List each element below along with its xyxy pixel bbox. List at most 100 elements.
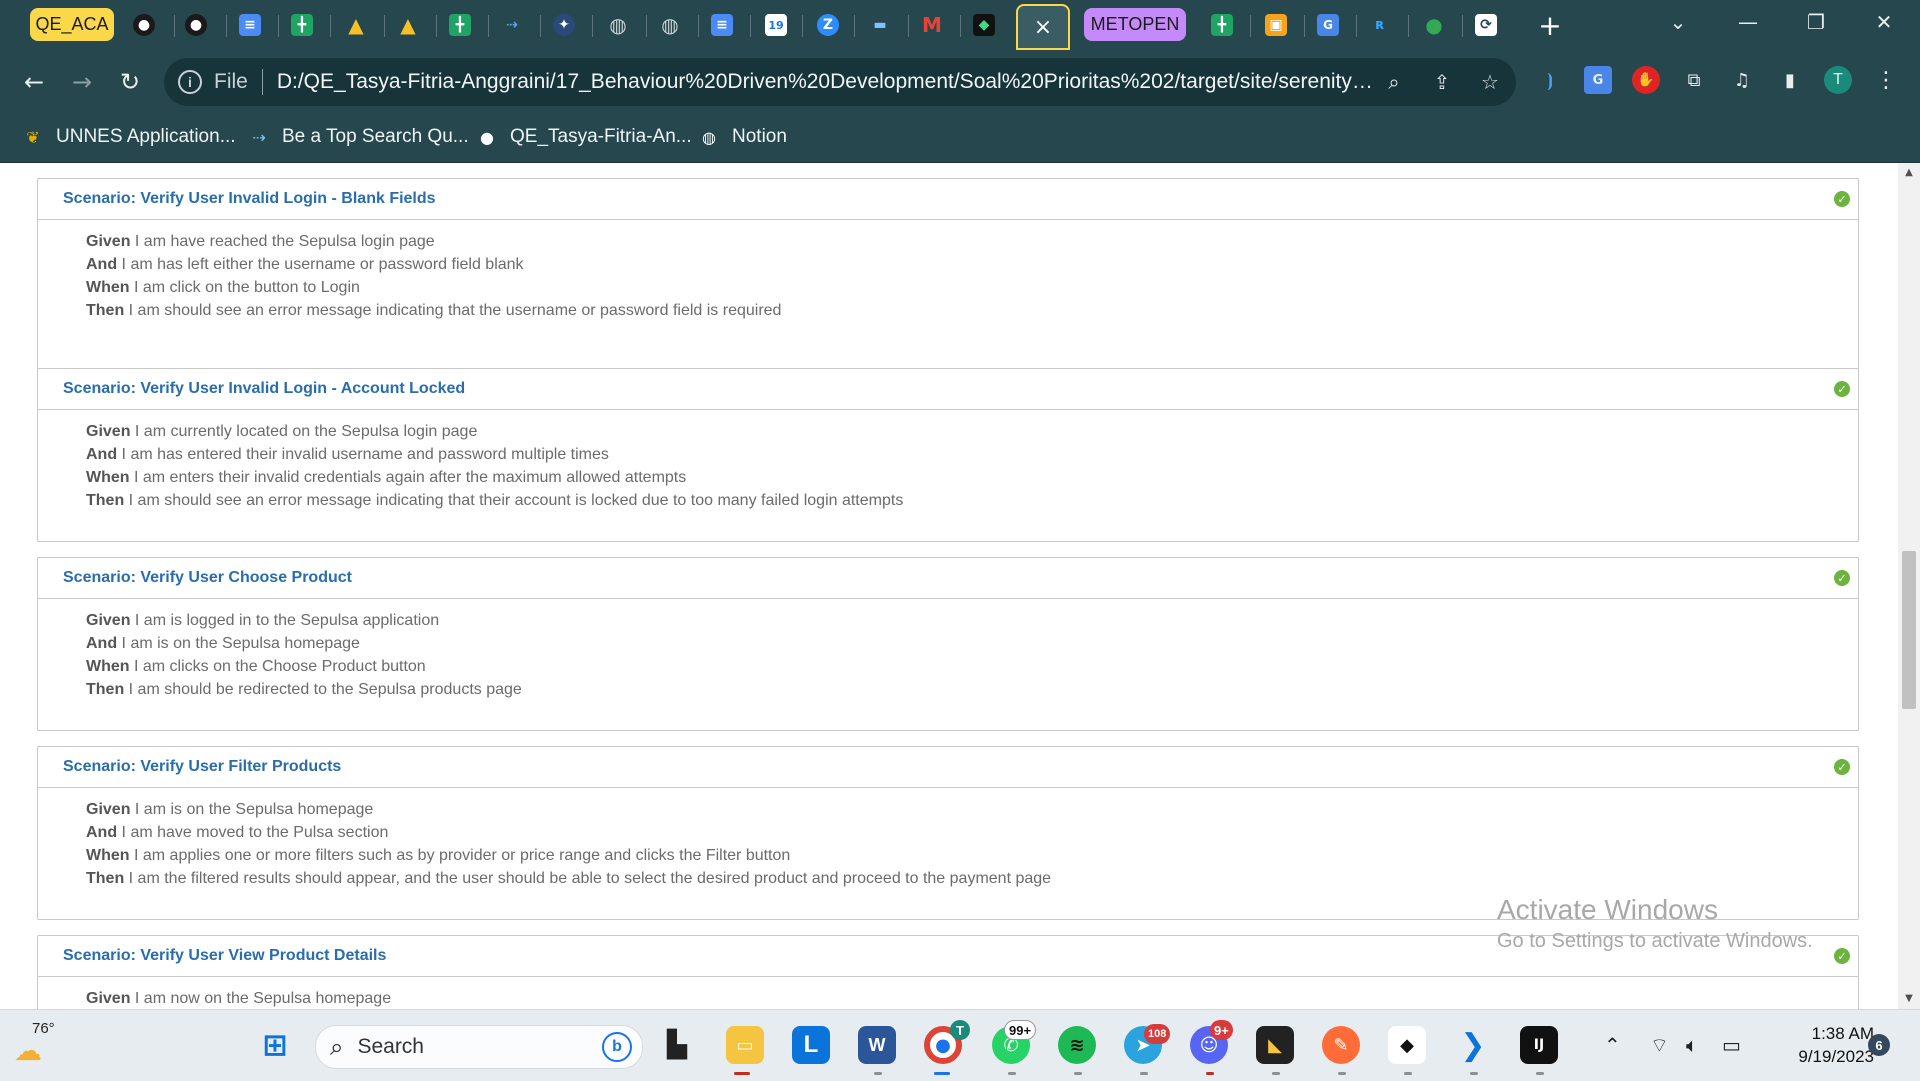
tab-zoom[interactable]: Z: [812, 6, 844, 44]
step-row: When I am clicks on the Choose Product b…: [86, 655, 1858, 678]
system-clock[interactable]: 1:38 AM 9/19/2023: [1770, 1022, 1874, 1068]
close-window-button[interactable]: ✕: [1856, 0, 1912, 44]
tab-google-docs[interactable]: ≡: [234, 6, 266, 44]
tab-google-translate[interactable]: G: [1312, 6, 1344, 44]
tab-app-1[interactable]: ⇢: [496, 6, 528, 44]
bookmark-notion[interactable]: ◍ Notion: [698, 124, 787, 150]
address-bar[interactable]: i File D:/QE_Tasya-Fitria-Anggraini/17_B…: [164, 58, 1516, 106]
tab-google-calendar[interactable]: 19: [760, 6, 792, 44]
sticky-notes-icon[interactable]: ◣: [1256, 1026, 1294, 1064]
step-keyword: Given: [86, 233, 131, 250]
tab-google-sheets-3[interactable]: ╋: [1206, 6, 1238, 44]
bookmark-label: QE_Tasya-Fitria-An...: [510, 126, 692, 147]
tab-app-3[interactable]: ◆: [968, 6, 1000, 44]
forward-button[interactable]: →: [62, 62, 102, 102]
info-icon[interactable]: i: [178, 70, 202, 94]
side-panel-icon[interactable]: ▮: [1776, 66, 1804, 94]
adblock-extension-icon[interactable]: ✋: [1632, 66, 1660, 94]
google-slides-icon: ▣: [1265, 14, 1287, 36]
back-button[interactable]: ←: [14, 62, 54, 102]
spotify-icon[interactable]: ≋: [1058, 1026, 1096, 1064]
scenario-title[interactable]: Scenario: Verify User Filter Products: [63, 758, 341, 776]
scroll-up-arrow-icon[interactable]: ▲: [1903, 167, 1915, 179]
app-icon: ▬: [873, 17, 887, 33]
app-l-icon[interactable]: L: [792, 1026, 830, 1064]
wifi-icon[interactable]: ⌔: [1650, 1033, 1669, 1058]
tab-university[interactable]: ✦: [548, 6, 580, 44]
tab-google-sheets-1[interactable]: ╋: [286, 6, 318, 44]
scenario-card: Scenario: Verify User Invalid Login - Bl…: [37, 178, 1859, 375]
scrollbar-thumb[interactable]: [1902, 551, 1916, 709]
tab-google-drive-2[interactable]: ▲: [392, 6, 424, 44]
tab-app-5[interactable]: ⟳: [1470, 6, 1502, 44]
tab-google-maps[interactable]: ●: [1418, 6, 1450, 44]
postman-icon[interactable]: ✎: [1322, 1026, 1360, 1064]
google-translate-extension-icon[interactable]: G: [1584, 66, 1612, 94]
google-drive-icon: ▲: [348, 13, 364, 37]
tab-google-drive-1[interactable]: ▲: [340, 6, 372, 44]
tab-app-4[interactable]: ʀ: [1364, 6, 1396, 44]
restore-button[interactable]: ❐: [1788, 0, 1844, 44]
notification-count-badge[interactable]: 6: [1868, 1034, 1890, 1056]
extension-reader-icon[interactable]: ⦘: [1536, 66, 1564, 94]
step-row: Then I am should see an error message in…: [86, 299, 1858, 322]
tab-web-1[interactable]: ◍: [602, 6, 634, 44]
extensions-puzzle-icon[interactable]: ⧉: [1680, 66, 1708, 94]
tab-app-2[interactable]: ▬: [864, 6, 896, 44]
scenario-header[interactable]: Scenario: Verify User Filter Products ✓: [38, 747, 1858, 788]
menu-kebab-icon[interactable]: ⋮: [1872, 66, 1900, 94]
bookmark-github-repo[interactable]: ● QE_Tasya-Fitria-An...: [476, 124, 692, 150]
scenario-header[interactable]: Scenario: Verify User Invalid Login - Bl…: [38, 179, 1858, 220]
scenario-card: Scenario: Verify User Choose Product ✓ G…: [37, 557, 1859, 731]
task-view-icon[interactable]: ▙: [658, 1026, 696, 1064]
battery-icon[interactable]: ▭: [1722, 1033, 1741, 1057]
tab-github-1[interactable]: ●: [128, 6, 160, 44]
scroll-down-arrow-icon[interactable]: ▼: [1903, 993, 1915, 1005]
reload-button[interactable]: ↻: [110, 62, 150, 102]
step-row: Given I am is logged in to the Sepulsa a…: [86, 609, 1858, 632]
url-text[interactable]: D:/QE_Tasya-Fitria-Anggraini/17_Behaviou…: [277, 70, 1377, 94]
share-icon[interactable]: ⇪: [1430, 70, 1454, 94]
tab-google-docs-2[interactable]: ≡: [706, 6, 738, 44]
bookmark-unnes[interactable]: ❦ UNNES Application...: [22, 124, 235, 150]
android-studio-icon[interactable]: ◆: [1388, 1026, 1426, 1064]
step-row: When I am applies one or more filters su…: [86, 844, 1858, 867]
tab-strip: QE_ACA ● ● ≡ ╋ ▲ ▲ ╋ ⇢ ✦ ◍ ◍ ≡ 19 Z ▬ M …: [0, 0, 1920, 52]
tab-active[interactable]: ×: [1016, 4, 1070, 50]
step-keyword: Then: [86, 870, 125, 887]
tab-google-sheets-2[interactable]: ╋: [444, 6, 476, 44]
scenario-title[interactable]: Scenario: Verify User View Product Detai…: [63, 947, 386, 965]
scenario-title[interactable]: Scenario: Verify User Choose Product: [63, 569, 352, 587]
tab-search-button[interactable]: ⌄: [1650, 0, 1706, 44]
scenario-header[interactable]: Scenario: Verify User Invalid Login - Ac…: [38, 369, 1858, 410]
scenario-header[interactable]: Scenario: Verify User Choose Product ✓: [38, 558, 1858, 599]
file-explorer-icon[interactable]: ▭: [726, 1026, 764, 1064]
close-tab-icon[interactable]: ×: [1034, 15, 1052, 40]
bookmark-top-search[interactable]: ⇢ Be a Top Search Qu...: [248, 124, 468, 150]
new-tab-button[interactable]: +: [1530, 6, 1570, 44]
step-row: Given I am currently located on the Sepu…: [86, 420, 1858, 443]
taskbar-search[interactable]: ⌕ Search b: [315, 1025, 643, 1069]
show-hidden-icons-chevron-icon[interactable]: ⌃: [1604, 1033, 1621, 1057]
app-icon: ◆: [973, 14, 995, 36]
minimize-button[interactable]: —: [1720, 0, 1776, 44]
intellij-icon[interactable]: IJ: [1520, 1026, 1558, 1064]
volume-icon[interactable]: 🔈︎: [1686, 1033, 1698, 1057]
scenario-title[interactable]: Scenario: Verify User Invalid Login - Bl…: [63, 190, 436, 208]
zoom-icon[interactable]: ⌕: [1382, 70, 1406, 94]
tab-web-2[interactable]: ◍: [654, 6, 686, 44]
start-button[interactable]: ⊞: [256, 1026, 294, 1064]
weather-widget[interactable]: ☁ 76°: [12, 1020, 72, 1070]
scenario-title[interactable]: Scenario: Verify User Invalid Login - Ac…: [63, 380, 465, 398]
tab-google-slides[interactable]: ▣: [1260, 6, 1292, 44]
vertical-scrollbar[interactable]: ▲ ▼: [1898, 163, 1920, 1009]
microsoft-word-icon[interactable]: W: [858, 1026, 896, 1064]
bookmark-star-icon[interactable]: ☆: [1478, 70, 1502, 94]
media-control-icon[interactable]: ♫: [1728, 66, 1756, 94]
tab-gmail[interactable]: M: [916, 6, 948, 44]
vscode-icon[interactable]: ❯: [1454, 1026, 1492, 1064]
tab-github-2[interactable]: ●: [180, 6, 212, 44]
tab-group-metopen[interactable]: METOPEN: [1084, 8, 1186, 41]
profile-avatar[interactable]: T: [1824, 66, 1852, 94]
tab-group-qe-aca[interactable]: QE_ACA: [30, 8, 114, 41]
